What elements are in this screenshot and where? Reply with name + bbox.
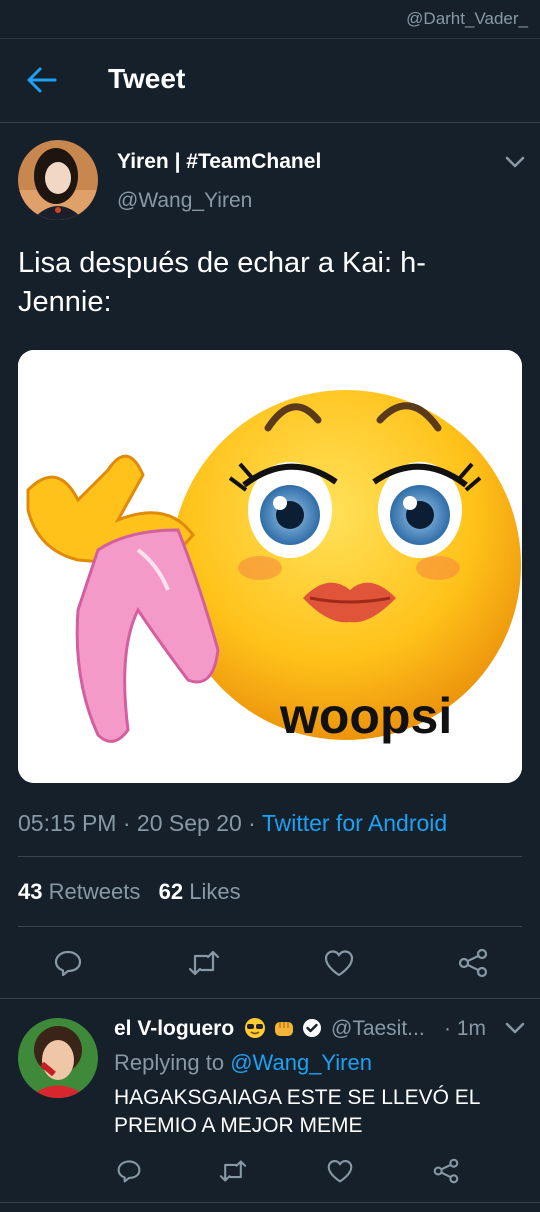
top-bar: Tweet: [0, 38, 540, 123]
author-handle[interactable]: @Wang_Yiren: [117, 189, 252, 213]
replying-to-prefix: Replying to: [114, 1050, 225, 1075]
back-arrow-icon[interactable]: [26, 66, 58, 94]
page-title: Tweet: [108, 63, 186, 94]
divider: [0, 1202, 540, 1203]
tweet-stats: 43 Retweets 62 Likes: [18, 879, 241, 905]
tweet-source-link[interactable]: Twitter for Android: [262, 810, 447, 836]
tweet-meta: 05:15 PM · 20 Sep 20 · Twitter for Andro…: [18, 810, 448, 836]
tweet-text: Lisa después de echar a Kai: h- Jennie:: [18, 247, 426, 318]
tweet-image[interactable]: woopsi: [18, 350, 522, 783]
share-icon[interactable]: [457, 948, 489, 978]
reply-author-name[interactable]: el V-loguero: [114, 1017, 322, 1041]
reply-author-avatar[interactable]: [18, 1018, 98, 1098]
reply-text: HAGAKSGAIAGA ESTE SE LLEVÓ EL PREMIO A M…: [114, 1086, 480, 1137]
share-icon[interactable]: [432, 1158, 460, 1184]
sunglasses-emoji-icon: [245, 1018, 266, 1038]
reply-icon[interactable]: [116, 1158, 142, 1184]
tweet-date: 20 Sep 20: [136, 810, 242, 836]
divider: [0, 998, 540, 999]
reply-author-name-text: el V-loguero: [114, 1017, 235, 1040]
watermark-text: @Darht_Vader_: [406, 9, 528, 28]
fist-emoji-icon: [274, 1022, 293, 1036]
chevron-down-icon[interactable]: [504, 1021, 526, 1035]
chevron-down-icon[interactable]: [504, 155, 526, 169]
author-name[interactable]: Yiren | #TeamChanel: [117, 150, 321, 174]
like-icon[interactable]: [326, 1158, 354, 1184]
retweets-stat[interactable]: 43 Retweets: [18, 879, 140, 904]
tweet-time: 05:15 PM: [18, 810, 117, 836]
reply-time: · 1m: [444, 1017, 487, 1040]
divider: [18, 926, 522, 927]
author-avatar[interactable]: [18, 140, 98, 220]
reply-icon[interactable]: [53, 948, 83, 978]
retweets-count: 43: [18, 879, 43, 904]
replying-to-link[interactable]: @Wang_Yiren: [230, 1050, 372, 1075]
reply-author-handle[interactable]: @Taesit...: [331, 1017, 425, 1041]
likes-stat[interactable]: 62 Likes: [159, 879, 241, 904]
likes-count: 62: [158, 879, 184, 904]
retweets-label: Retweets: [48, 879, 141, 904]
like-icon[interactable]: [323, 948, 355, 978]
retweet-icon[interactable]: [187, 948, 221, 978]
image-caption: woopsi: [279, 688, 452, 744]
likes-label: Likes: [189, 879, 241, 904]
divider: [18, 856, 522, 857]
retweet-icon[interactable]: [218, 1158, 248, 1184]
watermark: @Darht_Vader_: [0, 0, 540, 39]
verified-badge-icon: [302, 1019, 321, 1037]
reply-time-text: 1m: [456, 1017, 487, 1040]
replying-to-line: Replying to @Wang_Yiren: [114, 1050, 372, 1076]
